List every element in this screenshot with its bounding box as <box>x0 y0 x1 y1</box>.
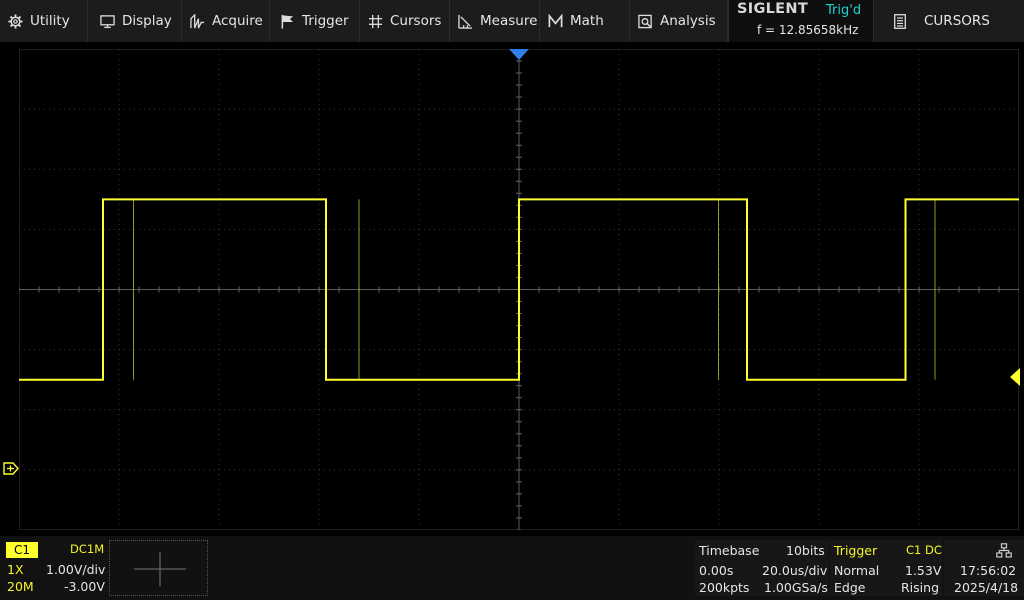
cursors-panel-label: CURSORS <box>924 13 990 29</box>
trigger-title: Trigger <box>834 543 878 558</box>
channel-bandwidth: 20M <box>7 579 34 594</box>
menu-display-label: Display <box>122 13 172 29</box>
trigger-slope: Rising <box>901 580 940 595</box>
timebase-points: 200kpts <box>699 580 750 595</box>
menu-math-label: Math <box>570 13 604 29</box>
menu-math[interactable]: Math <box>540 0 630 42</box>
menu-acquire[interactable]: Acquire <box>182 0 270 42</box>
menu-measure-label: Measure <box>480 13 538 29</box>
timebase-bits: 10bits <box>786 543 825 558</box>
cursors-panel-button[interactable]: CURSORS <box>876 0 1024 42</box>
menu-measure[interactable]: Measure <box>450 0 540 42</box>
channel-1-ground-marker[interactable] <box>3 462 19 475</box>
trigger-source: C1 DC <box>906 543 942 557</box>
timebase-sample-rate: 1.00GSa/s <box>764 580 828 595</box>
brand-panel: SIGLENT Trig'd f = 12.85658kHz <box>728 0 874 42</box>
menu-acquire-label: Acquire <box>212 13 263 29</box>
acquire-icon <box>190 13 205 28</box>
timebase-title: Timebase <box>699 543 760 558</box>
monitor-icon <box>100 14 115 28</box>
menu-analysis[interactable]: Analysis <box>630 0 728 42</box>
clock-date: 2025/4/18 <box>954 580 1019 595</box>
plus-icon <box>134 552 186 586</box>
menu-utility-label: Utility <box>30 13 70 29</box>
trigger-position-marker[interactable] <box>509 49 529 61</box>
waveform-canvas <box>19 49 1019 530</box>
trigger-level-marker[interactable] <box>1010 368 1020 386</box>
math-icon <box>548 13 563 27</box>
channel-scale: 1.00V/div <box>46 562 106 577</box>
add-channel-slot[interactable] <box>109 540 208 596</box>
trigger-level: 1.53V <box>905 563 942 578</box>
menu-cursors[interactable]: Cursors <box>360 0 450 42</box>
menu-cursors-label: Cursors <box>390 13 442 29</box>
trigger-type: Edge <box>834 580 866 595</box>
menu-analysis-label: Analysis <box>660 13 716 29</box>
channel-coupling: DC1M <box>70 542 105 556</box>
analysis-icon <box>638 14 652 28</box>
brand-logo: SIGLENT <box>737 1 809 17</box>
document-icon <box>894 13 906 29</box>
channel-probe: 1X <box>7 562 24 577</box>
menu-trigger[interactable]: Trigger <box>272 0 360 42</box>
channel-1-badge[interactable]: C1 <box>6 542 38 558</box>
menu-utility[interactable]: Utility <box>0 0 88 42</box>
gear-icon <box>8 13 23 29</box>
crosshair-icon <box>368 14 383 28</box>
trigger-mode: Normal <box>834 563 880 578</box>
menu-display[interactable]: Display <box>92 0 182 42</box>
menu-bar: Utility Display Acquire Trigger Cursors … <box>0 0 1024 42</box>
flag-icon <box>281 14 294 29</box>
channel-offset: -3.00V <box>64 579 105 594</box>
timebase-delay: 0.00s <box>699 563 734 578</box>
timebase-scale: 20.0us/div <box>762 563 828 578</box>
waveform-display[interactable] <box>19 49 1019 530</box>
network-icon <box>996 543 1012 558</box>
clock-time: 17:56:02 <box>960 563 1017 578</box>
frequency-readout: f = 12.85658kHz <box>757 23 859 37</box>
trigger-status: Trig'd <box>826 3 862 18</box>
measure-icon <box>458 14 473 29</box>
menu-trigger-label: Trigger <box>302 13 349 29</box>
